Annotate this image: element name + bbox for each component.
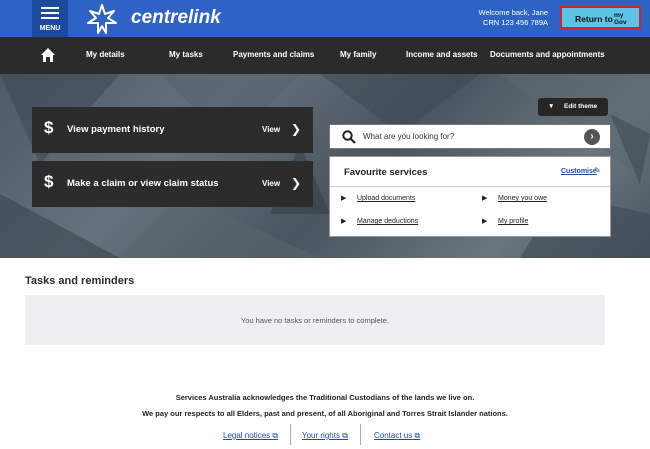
main-nav: My details My tasks Payments and claims …: [0, 37, 650, 74]
edit-theme-label: Edit theme: [564, 103, 598, 110]
your-rights-label: Your rights: [302, 431, 340, 440]
mygov-line2: Gov: [614, 19, 627, 26]
acknowledgement-line-2: We pay our respects to all Elders, past …: [142, 409, 508, 418]
nav-my-tasks[interactable]: My tasks: [169, 50, 203, 59]
contact-us-link[interactable]: Contact us ⧉: [374, 431, 420, 441]
home-icon[interactable]: [40, 47, 56, 63]
external-link-icon: ⧉: [342, 431, 348, 440]
nav-documents-and-appointments[interactable]: Documents and appointments: [490, 50, 605, 59]
tasks-panel: You have no tasks or reminders to comple…: [25, 295, 605, 345]
nav-my-details[interactable]: My details: [86, 50, 125, 59]
top-header: MENU centrelink Welcome back, Jane CRN 1…: [0, 0, 650, 37]
customise-link[interactable]: Customise: [561, 168, 597, 175]
fav-link-manage-deductions[interactable]: Manage deductions: [357, 218, 418, 225]
edit-theme-button[interactable]: ▼ Edit theme: [538, 98, 608, 116]
fav-link-money-you-owe[interactable]: Money you owe: [498, 195, 547, 202]
view-payment-history-card[interactable]: $ View payment history View ❯: [32, 107, 313, 153]
card-view-label: View: [262, 125, 281, 134]
legal-notices-link[interactable]: Legal notices ⧉: [223, 431, 278, 441]
nav-income-and-assets[interactable]: Income and assets: [406, 50, 478, 59]
card-title: Make a claim or view claim status: [67, 178, 219, 189]
card-view-label: View: [262, 179, 281, 188]
chevron-down-icon: ▼: [548, 103, 555, 110]
chevron-right-icon: ❯: [291, 122, 302, 136]
logo-text[interactable]: centrelink: [131, 7, 221, 29]
mygov-logo: my Gov: [614, 12, 627, 26]
dollar-icon: $: [44, 118, 54, 137]
favourite-services-panel: Favourite services Customise ✎ ▶ Upload …: [329, 156, 611, 237]
contact-us-label: Contact us: [374, 431, 413, 440]
acknowledgement-line-1: Services Australia acknowledges the Trad…: [175, 393, 475, 402]
hero-banner: $ View payment history View ❯ $ Make a c…: [0, 74, 650, 258]
hamburger-icon-bar: [41, 17, 59, 19]
your-rights-link[interactable]: Your rights ⧉: [302, 431, 348, 441]
centrelink-star-icon: [87, 4, 117, 34]
menu-label: MENU: [39, 25, 61, 32]
search-icon: [342, 130, 356, 144]
nav-my-family[interactable]: My family: [340, 50, 376, 59]
menu-button[interactable]: MENU: [32, 0, 68, 37]
legal-notices-label: Legal notices: [223, 431, 271, 440]
triangle-right-icon: ▶: [482, 218, 488, 225]
favourite-services-title: Favourite services: [344, 167, 428, 178]
hamburger-icon-bar: [41, 12, 59, 14]
external-link-icon: ⧉: [272, 431, 279, 440]
make-claim-card[interactable]: $ Make a claim or view claim status View…: [32, 161, 313, 207]
mygov-line1: my: [614, 12, 624, 19]
welcome-text: Welcome back, Jane: [478, 8, 548, 17]
triangle-right-icon: ▶: [341, 218, 347, 225]
search-input[interactable]: What are you looking for?: [363, 132, 454, 141]
tasks-empty-message: You have no tasks or reminders to comple…: [240, 316, 390, 325]
triangle-right-icon: ▶: [482, 195, 488, 202]
return-to-label: Return to: [575, 14, 613, 24]
welcome-block: Welcome back, Jane CRN 123 456 789A: [479, 8, 548, 28]
divider: [330, 186, 610, 187]
pencil-icon[interactable]: ✎: [594, 166, 601, 175]
return-to-mygov-button[interactable]: Return to my Gov: [560, 6, 641, 29]
footer-divider: [290, 424, 291, 445]
fav-link-upload-documents[interactable]: Upload documents: [357, 195, 415, 202]
card-title: View payment history: [67, 124, 165, 135]
fav-link-my-profile[interactable]: My profile: [498, 218, 528, 225]
chevron-right-icon: ❯: [291, 176, 302, 190]
hamburger-icon: [41, 7, 59, 9]
tasks-heading: Tasks and reminders: [25, 275, 135, 287]
triangle-right-icon: ▶: [341, 195, 347, 202]
nav-payments-and-claims[interactable]: Payments and claims: [233, 50, 314, 59]
footer-divider: [360, 424, 361, 445]
dollar-icon: $: [44, 172, 54, 191]
search-bar[interactable]: What are you looking for? ›: [329, 124, 611, 149]
crn-text: CRN 123 456 789A: [482, 18, 548, 27]
search-submit-icon[interactable]: ›: [584, 129, 600, 145]
external-link-icon: ⧉: [414, 431, 421, 440]
